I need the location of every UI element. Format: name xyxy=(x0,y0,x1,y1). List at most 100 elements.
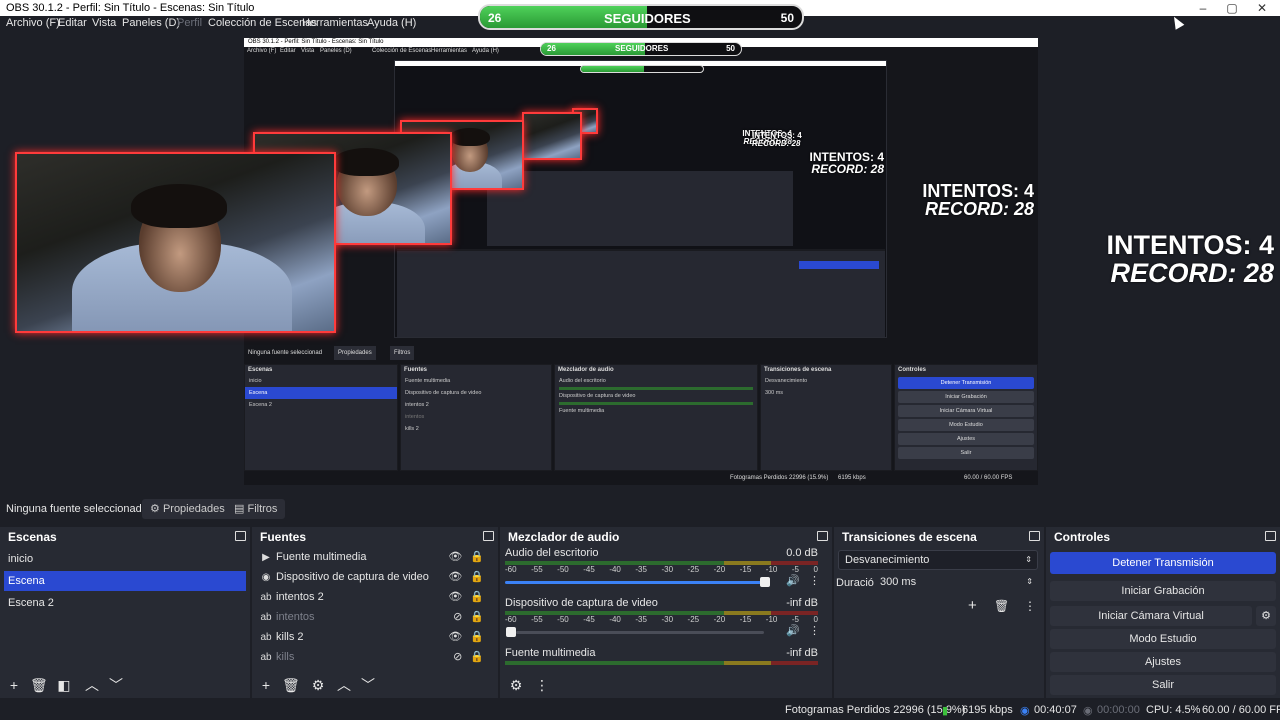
chevron-updown-icon: ⇕ xyxy=(1025,555,1032,564)
nested-menu-archivo: Archivo (F) xyxy=(247,48,277,54)
signal-icon: ▮ xyxy=(942,705,949,717)
minimize-icon[interactable]: – xyxy=(1193,1,1213,15)
nested-followers-bar: 26 SEGUIDORES 50 xyxy=(540,42,742,56)
menu-archivo[interactable]: Archivo (F) xyxy=(6,17,60,29)
advanced-audio-icon[interactable]: ⚙ xyxy=(508,676,524,694)
eye-icon[interactable]: 👁 xyxy=(448,571,462,583)
nested-mixer-ch-2: Fuente multimedia xyxy=(559,408,605,414)
menu-coleccion[interactable]: Colección de Escenas xyxy=(208,17,317,29)
move-up-icon[interactable]: ︿ xyxy=(336,676,352,694)
source-item-media[interactable]: ▶ Fuente multimedia 👁 🔒 xyxy=(256,547,494,567)
undock-icon[interactable] xyxy=(1029,531,1040,541)
source-toolbar: Ninguna fuente seleccionad ⚙ Propiedades… xyxy=(0,497,1280,521)
source-item-kills[interactable]: ab kills ⊘ 🔒 xyxy=(256,647,494,667)
remove-scene-icon[interactable]: 🗑 xyxy=(30,676,48,694)
source-item-intentos[interactable]: ab intentos ⊘ 🔒 xyxy=(256,607,494,627)
undock-icon[interactable] xyxy=(483,531,494,541)
nested-transitions-dock: Transiciones de escena Desvanecimiento 3… xyxy=(760,364,892,471)
meter-tick-label: 0 xyxy=(813,565,818,574)
nested-followers-label: SEGUIDORES xyxy=(615,44,669,53)
menu-vista[interactable]: Vista xyxy=(92,17,116,29)
mixer-channel-media: Fuente multimedia -inf dB xyxy=(500,647,832,677)
nested-status-fps: 60.00 / 60.00 FPS xyxy=(964,475,1013,481)
nested-mixer-ch-1: Dispositivo de captura de video xyxy=(559,393,636,399)
add-source-icon[interactable]: + xyxy=(258,676,274,694)
lock-icon[interactable]: 🔒 xyxy=(470,591,484,603)
lock-icon[interactable]: 🔒 xyxy=(470,551,484,563)
undock-icon[interactable] xyxy=(1265,531,1276,541)
scene-item-escena[interactable]: Escena xyxy=(4,571,246,591)
sources-footer: + 🗑 ⚙ ︿ ﹀ xyxy=(252,676,498,694)
virtual-camera-settings-button[interactable]: ⚙ xyxy=(1256,606,1276,626)
source-item-capture[interactable]: ◉ Dispositivo de captura de video 👁 🔒 xyxy=(256,567,494,587)
menu-perfil[interactable]: Perfil xyxy=(177,17,202,29)
speaker-icon[interactable]: 🔊 xyxy=(786,625,800,637)
add-scene-icon[interactable]: + xyxy=(6,676,22,694)
channel-name: Fuente multimedia xyxy=(505,647,596,659)
nested-2-docks xyxy=(487,171,793,246)
lock-icon[interactable]: 🔒 xyxy=(470,571,484,583)
menu-ayuda[interactable]: Ayuda (H) xyxy=(367,17,416,29)
volume-slider-handle[interactable] xyxy=(506,627,516,637)
add-transition-icon[interactable]: + xyxy=(968,597,977,614)
move-up-icon[interactable]: ︿ xyxy=(84,676,100,694)
source-item-kills-2[interactable]: ab kills 2 👁 🔒 xyxy=(256,627,494,647)
stop-streaming-button[interactable]: Detener Transmisión xyxy=(1050,552,1276,574)
source-row-icons: 👁 🔒 xyxy=(440,567,484,587)
eye-icon[interactable]: 👁 xyxy=(448,631,462,643)
channel-icons: 🔊 ⋮ xyxy=(786,624,820,637)
meter-tick-label: -15 xyxy=(739,565,752,574)
more-icon[interactable]: ⋮ xyxy=(809,625,820,637)
scene-item-inicio[interactable]: inicio xyxy=(4,549,246,569)
volume-slider-fill[interactable] xyxy=(505,581,763,584)
nested-scene-inicio: inicio xyxy=(249,378,262,384)
lock-icon[interactable]: 🔒 xyxy=(470,611,484,623)
properties-button[interactable]: ⚙ Propiedades xyxy=(142,499,233,519)
volume-slider-track[interactable] xyxy=(516,631,764,634)
scene-label: inicio xyxy=(8,553,34,565)
mixer-menu-icon[interactable]: ⋮ xyxy=(534,676,550,694)
nested-2-bottom-docks xyxy=(397,249,885,337)
settings-button[interactable]: Ajustes xyxy=(1050,652,1276,672)
remove-source-icon[interactable]: 🗑 xyxy=(282,676,300,694)
menu-editar[interactable]: Editar xyxy=(58,17,87,29)
menu-paneles[interactable]: Paneles (D) xyxy=(122,17,180,29)
eye-off-icon[interactable]: ⊘ xyxy=(453,611,462,623)
exit-button[interactable]: Salir xyxy=(1050,675,1276,695)
lock-icon[interactable]: 🔒 xyxy=(470,651,484,663)
nested-mixer-ch-0: Audio del escritorio xyxy=(559,378,606,384)
eye-off-icon[interactable]: ⊘ xyxy=(453,651,462,663)
duration-spinbox[interactable]: 300 ms ⇕ xyxy=(874,573,1038,593)
filters-button[interactable]: ▤ Filtros xyxy=(226,499,286,519)
lock-icon[interactable]: 🔒 xyxy=(470,631,484,643)
camera-icon: ◉ xyxy=(261,572,271,583)
speaker-icon[interactable]: 🔊 xyxy=(786,575,800,587)
more-icon[interactable]: ⋮ xyxy=(809,575,820,587)
undock-icon[interactable] xyxy=(235,531,246,541)
undock-icon[interactable] xyxy=(817,531,828,541)
eye-icon[interactable]: 👁 xyxy=(448,551,462,563)
eye-icon[interactable]: 👁 xyxy=(448,591,462,603)
volume-slider-handle[interactable] xyxy=(760,577,770,587)
move-down-icon[interactable]: ﹀ xyxy=(360,676,376,694)
transition-select[interactable]: Desvanecimiento ⇕ xyxy=(838,550,1038,570)
meter-tick-label: -60 xyxy=(505,615,517,624)
close-icon[interactable]: ✕ xyxy=(1252,1,1272,15)
menu-herramientas[interactable]: Herramientas xyxy=(302,17,368,29)
remove-transition-icon[interactable]: 🗑 xyxy=(994,599,1009,613)
start-recording-button[interactable]: Iniciar Grabación xyxy=(1050,581,1276,601)
nested-scene-escena: Escena xyxy=(245,387,397,399)
source-item-intentos-2[interactable]: ab intentos 2 👁 🔒 xyxy=(256,587,494,607)
studio-mode-button[interactable]: Modo Estudio xyxy=(1050,629,1276,649)
scene-filters-icon[interactable]: ◧ xyxy=(56,676,72,694)
nested-status-dropped: Fotogramas Perdidos 22996 (15.9%) xyxy=(730,475,829,481)
transition-menu-icon[interactable]: ⋮ xyxy=(1024,599,1036,613)
webcam-feed xyxy=(15,152,336,333)
move-down-icon[interactable]: ﹀ xyxy=(108,676,124,694)
sources-dock: Fuentes ▶ Fuente multimedia 👁 🔒 ◉ Dispositi… xyxy=(252,527,498,698)
source-settings-icon[interactable]: ⚙ xyxy=(310,676,326,694)
scene-item-escena-2[interactable]: Escena 2 xyxy=(4,593,246,613)
maximize-icon[interactable]: ▢ xyxy=(1222,1,1242,15)
start-virtual-camera-button[interactable]: Iniciar Cámara Virtual xyxy=(1050,606,1252,626)
webcam-echo-3-hair xyxy=(450,128,490,146)
